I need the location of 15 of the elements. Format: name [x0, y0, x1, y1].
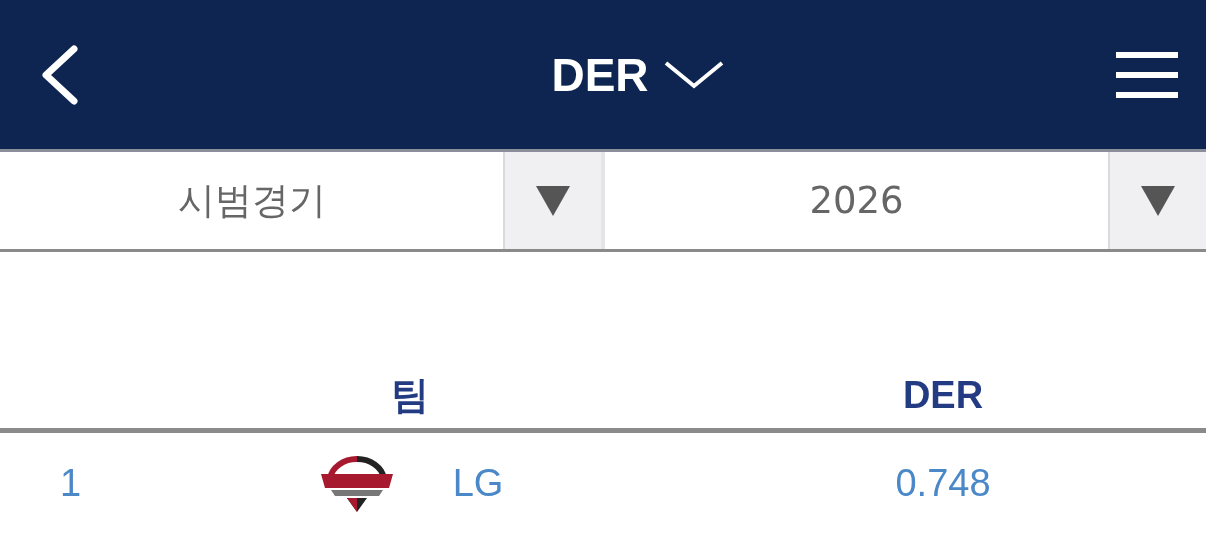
- dropdown-button[interactable]: [1108, 152, 1206, 249]
- triangle-down-icon: [536, 185, 570, 216]
- caret-icon[interactable]: [662, 59, 725, 90]
- column-header: 팀: [390, 372, 430, 418]
- dropdown-field[interactable]: 시범경기: [0, 152, 503, 249]
- triangle-down-icon: [1141, 185, 1175, 216]
- rank-cell-text: 1: [59, 461, 83, 505]
- menu-icon[interactable]: [1116, 50, 1178, 99]
- back-icon[interactable]: [40, 44, 80, 105]
- dropdown-field[interactable]: 2026: [605, 152, 1108, 249]
- team-name: LG: [452, 461, 504, 505]
- column-header: DER: [901, 373, 985, 417]
- stat-cell-text: 0.748: [894, 461, 992, 505]
- dropdown-button[interactable]: [503, 152, 601, 249]
- page-title[interactable]: DER: [551, 47, 649, 102]
